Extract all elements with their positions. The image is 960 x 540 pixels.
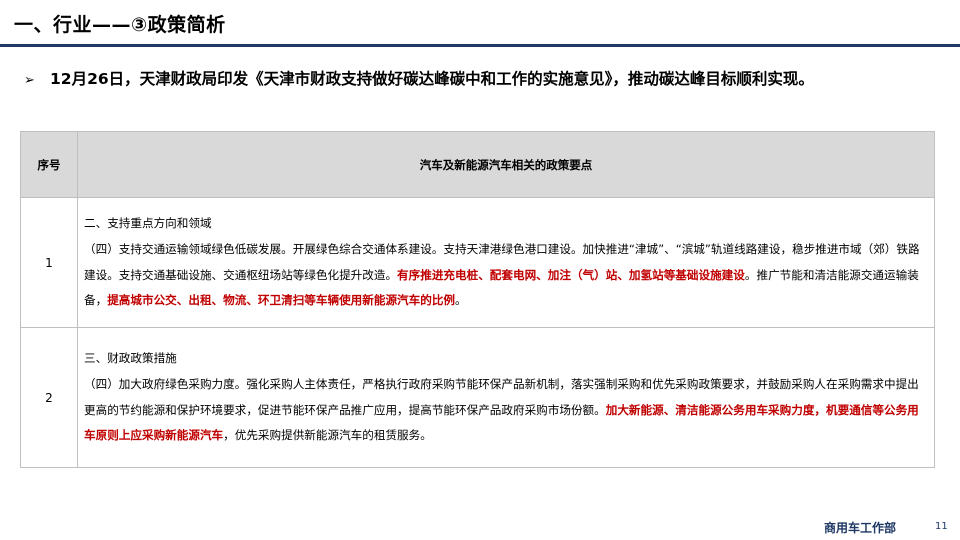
policy-table: 序号 汽车及新能源汽车相关的政策要点 1 二、支持重点方向和领域 （四）支持交通… [20, 131, 935, 468]
policy-text: （四）支持交通运输领域绿色低碳发展。开展绿色综合交通体系建设。支持天津港绿色港口… [84, 237, 928, 314]
department-label: 商用车工作部 [824, 521, 897, 535]
summary-line: ➢ 12月26日，天津财政局印发《天津市财政支持做好碳达峰碳中和工作的实施意见》，… [24, 67, 954, 89]
policy-highlight: 有序推进充电桩、配套电网、加注（气）站、加氢站等基础设施建设 [397, 267, 745, 282]
table-header-row: 序号 汽车及新能源汽车相关的政策要点 [20, 131, 935, 198]
page-number: 11 [935, 521, 948, 532]
page-title: 一、行业——③政策简析 [14, 14, 226, 36]
header-divider [0, 44, 960, 47]
column-header-policy: 汽车及新能源汽车相关的政策要点 [77, 131, 935, 198]
policy-cell: 三、财政政策措施 （四）加大政府绿色采购力度。强化采购人主体责任，严格执行政府采… [77, 327, 935, 468]
policy-text: （四）加大政府绿色采购力度。强化采购人主体责任，严格执行政府采购节能环保产品新机… [84, 372, 928, 449]
table-row: 1 二、支持重点方向和领域 （四）支持交通运输领域绿色低碳发展。开展绿色综合交通… [20, 197, 935, 328]
policy-text-segment: ，优先采购提供新能源汽车的租赁服务。 [223, 428, 432, 443]
section-heading: 三、财政政策措施 [84, 351, 177, 366]
row-number: 2 [20, 327, 78, 468]
table-row: 2 三、财政政策措施 （四）加大政府绿色采购力度。强化采购人主体责任，严格执行政… [20, 327, 935, 468]
row-number: 1 [20, 197, 78, 328]
policy-highlight: 提高城市公交、出租、物流、环卫清扫等车辆使用新能源汽车的比例 [107, 293, 456, 308]
policy-text-segment: 。 [455, 293, 467, 308]
arrow-bullet-icon: ➢ [24, 73, 35, 88]
column-header-number: 序号 [20, 131, 78, 198]
policy-cell: 二、支持重点方向和领域 （四）支持交通运输领域绿色低碳发展。开展绿色综合交通体系… [77, 197, 935, 328]
header-bar: 一、行业——③政策简析 [0, 0, 960, 47]
section-heading: 二、支持重点方向和领域 [84, 216, 212, 231]
summary-text: 12月26日，天津财政局印发《天津市财政支持做好碳达峰碳中和工作的实施意见》，推… [50, 70, 814, 88]
